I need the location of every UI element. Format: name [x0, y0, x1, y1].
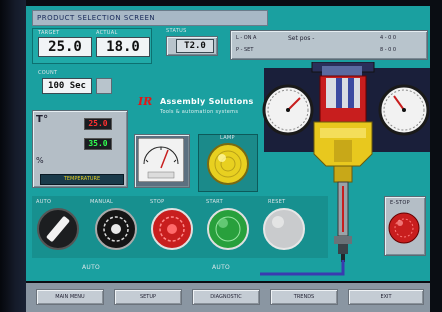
target-value[interactable]: 25.0	[38, 37, 92, 57]
temp-bottom-label: %	[36, 156, 44, 165]
black-button-icon[interactable]	[94, 207, 138, 251]
temp-led-top: 25.0	[84, 118, 112, 130]
mode-label-1: AUTO	[82, 264, 101, 271]
knob-label-4: START	[206, 199, 223, 205]
red-button-icon[interactable]	[150, 207, 194, 251]
target-label: TARGET	[38, 30, 60, 36]
actual-label: ACTUAL	[96, 30, 118, 36]
temp-top-label: T°	[36, 114, 49, 125]
info-row2-left: P - SET	[236, 47, 254, 53]
nav-button-diagnostic[interactable]: DIAGNOSTIC	[192, 289, 260, 305]
actual-value[interactable]: 18.0	[96, 37, 150, 57]
info-row1-right: 4 - 0 0	[380, 35, 397, 41]
count-label: COUNT	[38, 70, 58, 76]
right-bezel	[430, 0, 442, 312]
temp-led-bottom: 35.0	[84, 138, 112, 150]
nav-button-exit[interactable]: EXIT	[348, 289, 424, 305]
temp-caption: TEMPERATURE	[40, 174, 124, 185]
info-row1-mid: Set pos -	[288, 35, 315, 42]
status-label: STATUS	[166, 28, 187, 34]
yellow-lamp-icon[interactable]	[206, 142, 250, 186]
screen: PRODUCT SELECTION SCREEN TARGET 25.0 ACT…	[0, 0, 442, 312]
selector-switch-icon[interactable]	[36, 207, 80, 251]
count-adjust-button[interactable]	[96, 78, 112, 94]
logo-brand: Assembly Solutions	[160, 97, 254, 106]
status-value[interactable]: T2.0	[176, 39, 214, 53]
nav-button-trends[interactable]: TRENDS	[270, 289, 338, 305]
count-value[interactable]: 100 Sec	[42, 78, 92, 94]
knob-label-1: AUTO	[36, 199, 52, 205]
knob-label-3: STOP	[150, 199, 165, 205]
info-panel	[230, 30, 428, 60]
lamp-label: LAMP	[220, 135, 235, 141]
green-button-icon[interactable]	[206, 207, 250, 251]
hmi-panel: PRODUCT SELECTION SCREEN TARGET 25.0 ACT…	[26, 6, 430, 281]
nav-button-setup[interactable]: SETUP	[114, 289, 182, 305]
knob-label-2: MANUAL	[90, 199, 114, 205]
estop-label: E-STOP	[390, 200, 410, 206]
info-row2-right: 8 - 0 0	[380, 47, 397, 53]
left-bezel	[0, 0, 26, 312]
emergency-stop-icon[interactable]	[388, 212, 420, 244]
nav-button-main-menu[interactable]: MAIN MENU	[36, 289, 104, 305]
mode-label-2: AUTO	[212, 264, 231, 271]
info-row1-left: L - ON A	[236, 35, 257, 41]
company-logo-icon: IR	[138, 95, 153, 108]
analog-meter-icon	[138, 138, 184, 182]
logo-tagline: Tools & automation systems	[160, 109, 239, 115]
window-title: PRODUCT SELECTION SCREEN	[32, 10, 268, 26]
